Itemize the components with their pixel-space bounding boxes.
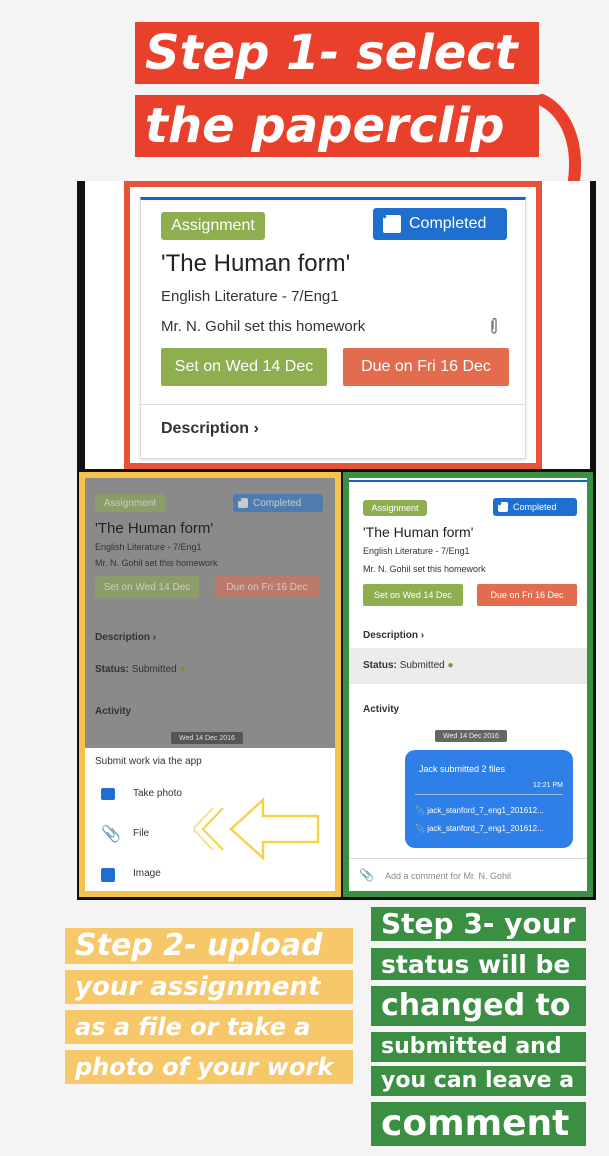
comment-input[interactable]: Add a comment for Mr. N. Gohil [385, 871, 511, 881]
checkbox-checked-icon-green [498, 502, 508, 512]
assignment-tag-small: Assignment [95, 494, 165, 512]
checkbox-checked-icon-small [238, 498, 248, 508]
assignment-tag-small-green: Assignment [363, 500, 427, 516]
teacher-line-small: Mr. N. Gohil set this homework [95, 558, 218, 568]
assignment-title: 'The Human form' [161, 250, 351, 277]
status-row-small: Status: Submitted ● [95, 664, 186, 675]
paperclip-icon-comment[interactable]: 📎 [359, 868, 374, 882]
assignment-tag: Assignment [161, 212, 265, 240]
status-check-icon-green: ● [447, 660, 454, 671]
due-date-button: Due on Fri 16 Dec [343, 348, 509, 386]
activity-heading-small: Activity [95, 706, 132, 717]
due-date-button-small: Due on Fri 16 Dec [215, 576, 319, 598]
upload-screen-panel: Assignment Completed 'The Human form' En… [79, 472, 341, 897]
step3-line2: status will be [371, 948, 586, 980]
step1-label-line2: the paperclip [135, 95, 539, 157]
completed-label: Completed [409, 215, 487, 232]
attached-file-1[interactable]: 📎 jack_stanford_7_eng1_201612... [415, 806, 544, 815]
completed-badge[interactable]: Completed [373, 208, 507, 240]
set-date-button: Set on Wed 14 Dec [161, 348, 327, 386]
paperclip-icon-blue: 📎 [101, 826, 121, 843]
step1-label-line1: Step 1- select [135, 22, 539, 84]
step2-line2: your assignment [65, 970, 353, 1004]
completed-badge-small-green: Completed [493, 498, 577, 516]
submission-message: Jack submitted 2 files [419, 764, 506, 774]
chevron-right-icon: › [253, 420, 259, 437]
camera-icon [101, 788, 115, 800]
submitted-screen-panel: Assignment Completed 'The Human form' En… [343, 472, 593, 897]
step3-line3: changed to [371, 986, 586, 1026]
set-date-button-small: Set on Wed 14 Dec [95, 576, 199, 598]
attached-file-2[interactable]: 📎 jack_stanford_7_eng1_201612... [415, 824, 544, 833]
step2-line1: Step 2- upload [65, 928, 353, 964]
activity-heading-green: Activity [363, 704, 400, 715]
step3-line4: submitted and [371, 1032, 586, 1062]
set-date-button-green: Set on Wed 14 Dec [363, 584, 463, 606]
step3-line1: Step 3- your [371, 907, 586, 941]
message-time: 12:21 PM [533, 782, 563, 789]
description-link[interactable]: Description › [161, 420, 259, 438]
submission-message-bubble: Jack submitted 2 files 12:21 PM 📎 jack_s… [405, 750, 573, 848]
description-link-green[interactable]: Description › [363, 630, 424, 641]
step2-line3: as a file or take a [65, 1010, 353, 1044]
due-date-button-green: Due on Fri 16 Dec [477, 584, 577, 606]
bubble-divider [415, 794, 563, 795]
teacher-line: Mr. N. Gohil set this homework [161, 318, 366, 335]
assignment-card: Assignment Completed 'The Human form' En… [140, 197, 526, 459]
card-divider [141, 404, 525, 405]
step3-line6: comment [371, 1102, 586, 1146]
upload-sheet-heading: Submit work via the app [95, 756, 202, 767]
panel-top-line [349, 480, 587, 482]
status-check-icon: ● [179, 664, 186, 675]
assignment-subject-green: English Literature - 7/Eng1 [363, 546, 470, 556]
left-arrow-icon [193, 797, 320, 861]
assignment-subject-small: English Literature - 7/Eng1 [95, 542, 202, 552]
image-option[interactable]: Image [95, 864, 295, 888]
completed-badge-small: Completed [233, 494, 323, 512]
date-chip-green: Wed 14 Dec 2016 [435, 730, 507, 742]
teacher-line-green: Mr. N. Gohil set this homework [363, 564, 486, 574]
checkbox-checked-icon [383, 215, 401, 233]
assignment-title-small: 'The Human form' [95, 520, 214, 537]
image-icon [101, 868, 115, 882]
assignment-title-green: 'The Human form' [363, 524, 474, 540]
comment-bar: 📎 Add a comment for Mr. N. Gohil [349, 858, 587, 891]
step2-line4: photo of your work [65, 1050, 353, 1084]
paperclip-icon[interactable] [489, 317, 499, 335]
description-link-small: Description › [95, 632, 157, 643]
status-row-green: Status: Submitted ● [349, 648, 587, 684]
assignment-subject: English Literature - 7/Eng1 [161, 288, 339, 305]
step3-line5: you can leave a [371, 1066, 586, 1096]
date-chip-small: Wed 14 Dec 2016 [171, 732, 243, 744]
